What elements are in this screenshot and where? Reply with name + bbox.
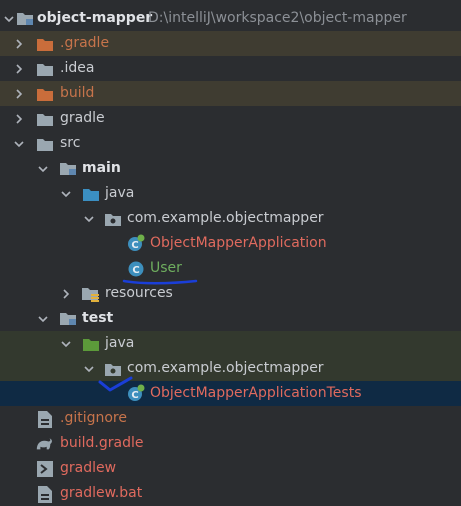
project-name-label: object-mapper [37,10,153,26]
project-path-label: D:\intelliJ\workspace2\object-mapper [148,10,407,26]
module-folder-icon [59,159,77,177]
svg-text:C: C [131,390,138,401]
batch-file-icon [36,485,54,503]
tree-row-gitignore[interactable]: .gitignore [0,406,461,431]
tree-row-gradle[interactable]: gradle [0,106,461,131]
tree-label: ObjectMapperApplicationTests [150,385,362,401]
folder-icon [36,110,54,128]
chevron-right-icon[interactable] [12,112,26,126]
tree-label: java [105,185,135,201]
tree-label: .gradle [60,35,110,51]
chevron-down-icon[interactable] [2,12,16,26]
chevron-right-icon[interactable] [12,62,26,76]
chevron-down-icon[interactable] [36,312,50,326]
project-tree: object-mapper D:\intelliJ\workspace2\obj… [0,0,461,506]
excluded-folder-icon [36,85,54,103]
svg-text:C: C [131,240,138,251]
gradle-file-icon [35,435,53,453]
tree-row-src[interactable]: src [0,131,461,156]
tree-label: build.gradle [60,435,144,451]
tree-label: src [60,135,81,151]
chevron-down-icon[interactable] [59,187,73,201]
tree-label: java [105,335,135,351]
tree-row-user-class[interactable]: C User [0,256,461,281]
chevron-down-icon[interactable] [36,162,50,176]
tree-label: test [82,310,114,326]
tree-row-main-java[interactable]: java [0,181,461,206]
chevron-down-icon[interactable] [82,212,96,226]
chevron-down-icon[interactable] [12,137,26,151]
chevron-down-icon[interactable] [59,337,73,351]
tree-label: com.example.objectmapper [127,210,324,226]
folder-icon [36,135,54,153]
module-folder-icon [59,309,77,327]
tree-row-resources[interactable]: resources [0,281,461,306]
chevron-right-icon[interactable] [12,37,26,51]
tree-label: ObjectMapperApplication [150,235,327,251]
svg-text:C: C [132,265,139,276]
resources-folder-icon [82,285,100,303]
spring-boot-class-icon: C [127,234,145,252]
tree-row-project-root[interactable]: object-mapper D:\intelliJ\workspace2\obj… [0,6,461,31]
tree-row-test-class[interactable]: C ObjectMapperApplicationTests [0,381,461,406]
module-folder-icon [16,9,34,27]
chevron-right-icon[interactable] [59,287,73,301]
tree-row-main-package[interactable]: com.example.objectmapper [0,206,461,231]
chevron-down-icon[interactable] [82,362,96,376]
tree-row-gradlew[interactable]: gradlew [0,456,461,481]
tree-row-idea[interactable]: .idea [0,56,461,81]
tree-row-gradlew-bat[interactable]: gradlew.bat [0,481,461,506]
tree-row-test-package[interactable]: com.example.objectmapper [0,356,461,381]
tree-label: com.example.objectmapper [127,360,324,376]
tree-label: User [150,260,182,276]
test-source-folder-icon [82,335,100,353]
chevron-right-icon[interactable] [12,87,26,101]
tree-label: gradlew.bat [60,485,143,501]
tree-row-dot-gradle[interactable]: .gradle [0,31,461,56]
package-icon [104,360,122,378]
tree-label: gradle [60,110,105,126]
tree-row-main[interactable]: main [0,156,461,181]
tree-row-build-gradle[interactable]: build.gradle [0,431,461,456]
java-class-icon: C [127,260,145,278]
text-file-icon [36,410,54,428]
tree-label: .gitignore [60,410,127,426]
tree-row-test-java[interactable]: java [0,331,461,356]
tree-label: .idea [60,60,95,76]
tree-row-app-class[interactable]: C ObjectMapperApplication [0,231,461,256]
tree-label: resources [105,285,173,301]
folder-icon [36,60,54,78]
spring-boot-class-icon: C [127,384,145,402]
shell-script-icon [36,460,54,478]
package-icon [104,210,122,228]
tree-label: main [82,160,121,176]
source-folder-icon [82,185,100,203]
tree-label: build [60,85,95,101]
tree-row-build[interactable]: build [0,81,461,106]
tree-row-test[interactable]: test [0,306,461,331]
tree-label: gradlew [60,460,117,476]
excluded-folder-icon [36,35,54,53]
